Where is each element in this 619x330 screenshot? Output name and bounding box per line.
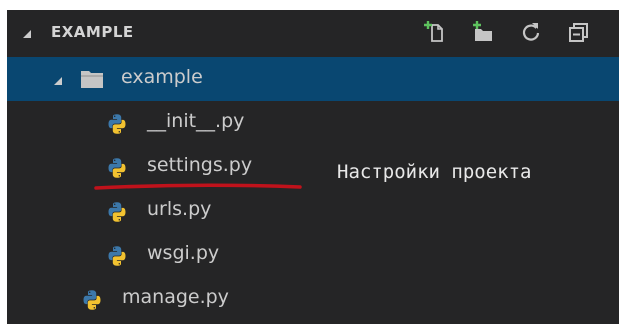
collapse-triangle-icon[interactable] [21,27,33,45]
annotation-text: Настройки проекта [337,161,532,183]
collapse-all-button[interactable] [555,19,603,49]
refresh-icon [519,20,543,49]
tree-folder-example[interactable]: example [7,57,619,101]
tree-file-init[interactable]: __init__.py [7,101,619,145]
new-folder-button[interactable] [459,19,507,49]
annotation-underline [94,183,302,190]
tree-file-label: settings.py [147,154,253,176]
refresh-button[interactable] [507,19,555,49]
tree-file-label: __init__.py [147,110,245,132]
tree-file-label: wsgi.py [147,242,220,264]
collapse-all-icon [567,20,591,49]
tree-file-manage[interactable]: manage.py [7,277,619,321]
new-folder-icon [471,20,495,49]
tree-folder-label: example [121,66,203,88]
file-explorer: EXAMPLE example __init__.py settings.py … [7,10,619,324]
section-title: EXAMPLE [51,23,134,41]
python-icon [105,156,129,185]
tree-file-label: urls.py [147,198,212,220]
folder-icon [80,68,104,95]
expand-triangle-icon[interactable] [52,74,64,92]
python-icon [105,112,129,141]
section-actions [411,19,603,49]
explorer-section-header[interactable]: EXAMPLE [7,10,619,56]
new-file-button[interactable] [411,19,459,49]
tree-file-urls[interactable]: urls.py [7,189,619,233]
new-file-icon [423,20,447,49]
python-icon [105,244,129,273]
python-icon [80,288,104,317]
tree-file-label: manage.py [122,286,229,308]
python-icon [105,200,129,229]
tree-file-wsgi[interactable]: wsgi.py [7,233,619,277]
